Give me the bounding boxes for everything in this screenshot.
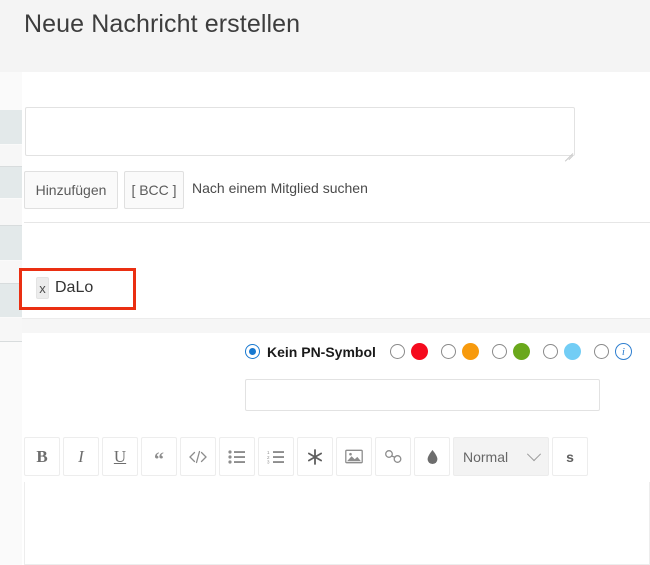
message-body-input[interactable]	[24, 482, 650, 565]
pn-swatch-green[interactable]	[513, 343, 530, 360]
underline-icon[interactable]: U	[102, 437, 138, 476]
pn-swatch-orange[interactable]	[462, 343, 479, 360]
dialog-header: Neue Nachricht erstellen	[0, 0, 650, 72]
format-select-value: Normal	[463, 449, 508, 465]
subject-input[interactable]	[245, 379, 600, 411]
bcc-button[interactable]: [ BCC ]	[124, 171, 184, 209]
blockquote-icon[interactable]: “	[141, 437, 177, 476]
pn-radio-info[interactable]	[594, 344, 609, 359]
remove-recipient-icon[interactable]: x	[36, 277, 49, 299]
add-recipients-input[interactable]	[25, 107, 575, 156]
pn-swatch-lightblue[interactable]	[564, 343, 581, 360]
member-search-hint: Nach einem Mitglied suchen	[192, 180, 368, 196]
pn-swatch-red[interactable]	[411, 343, 428, 360]
ordered-list-icon[interactable]: 1 2 3	[258, 437, 294, 476]
strikethrough-icon[interactable]: s	[552, 437, 588, 476]
emoji-icon[interactable]	[297, 437, 333, 476]
pn-symbol-options: Kein PN-Symbol i	[245, 343, 632, 360]
list-row-band	[0, 199, 22, 225]
pn-option-label-none: Kein PN-Symbol	[267, 344, 376, 360]
list-row-band	[0, 226, 22, 260]
list-row-divider	[0, 166, 22, 167]
bullet-list-icon[interactable]	[219, 437, 255, 476]
svg-text:3: 3	[267, 459, 270, 463]
bold-icon[interactable]: B	[24, 437, 60, 476]
recipient-chip[interactable]: x DaLo	[36, 275, 93, 301]
pn-radio-orange[interactable]	[441, 344, 456, 359]
pn-radio-red[interactable]	[390, 344, 405, 359]
chevron-down-icon	[527, 447, 541, 461]
text-color-icon[interactable]	[414, 437, 450, 476]
code-icon[interactable]	[180, 437, 216, 476]
list-row-divider	[0, 341, 22, 342]
list-row-band	[0, 110, 22, 144]
italic-icon[interactable]: I	[63, 437, 99, 476]
list-row-divider	[0, 225, 22, 226]
pn-radio-green[interactable]	[492, 344, 507, 359]
section-separator-band	[22, 318, 650, 333]
image-icon[interactable]	[336, 437, 372, 476]
list-row-band	[0, 167, 22, 198]
format-select[interactable]: Normal	[453, 437, 549, 476]
compose-message-screen: Neue Nachricht erstellen Empfänger hinzu…	[0, 0, 650, 565]
info-icon[interactable]: i	[615, 343, 632, 360]
list-row-band	[0, 318, 22, 342]
link-icon[interactable]	[375, 437, 411, 476]
page-title: Neue Nachricht erstellen	[24, 10, 300, 39]
pn-radio-none[interactable]	[245, 344, 260, 359]
editor-toolbar: B I U “ 1 2 3	[24, 437, 591, 476]
add-recipient-button[interactable]: Hinzufügen	[24, 171, 118, 209]
recipient-name: DaLo	[55, 279, 93, 297]
list-row-band	[0, 145, 22, 166]
pn-radio-lightblue[interactable]	[543, 344, 558, 359]
divider-top	[24, 222, 650, 223]
